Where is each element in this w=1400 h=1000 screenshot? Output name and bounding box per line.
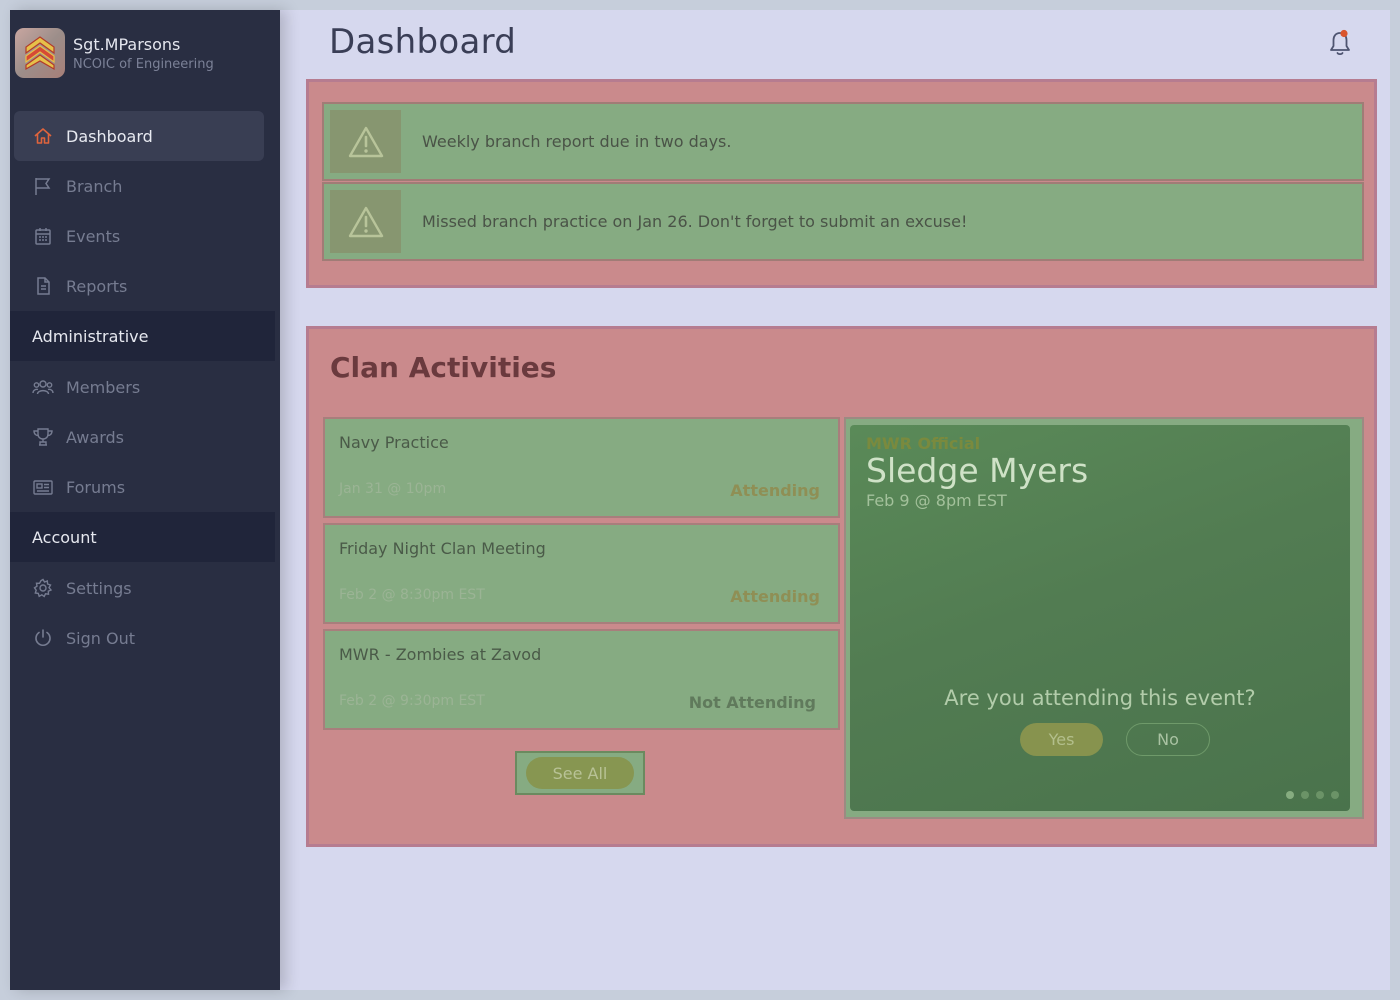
flag-icon: [32, 175, 54, 197]
document-icon: [32, 275, 54, 297]
sidebar-item-label: Dashboard: [66, 126, 153, 146]
event-card[interactable]: Friday Night Clan Meeting Feb 2 @ 8:30pm…: [323, 523, 840, 624]
user-role: NCOIC of Engineering: [73, 56, 214, 72]
carousel-dot[interactable]: [1331, 791, 1339, 799]
event-name: Navy Practice: [339, 433, 449, 452]
featured-event-card[interactable]: MWR Official Sledge Myers Feb 9 @ 8pm ES…: [850, 425, 1350, 811]
user-profile[interactable]: Sgt.MParsons NCOIC of Engineering: [15, 28, 214, 78]
sidebar-item-label: Sign Out: [66, 628, 135, 648]
trophy-icon: [32, 426, 54, 448]
sidebar-item-label: Awards: [66, 427, 124, 447]
notifications-button[interactable]: [1326, 28, 1354, 58]
alerts-panel: Weekly branch report due in two days. Mi…: [306, 79, 1377, 288]
avatar: [15, 28, 65, 78]
sidebar-item-reports[interactable]: Reports: [14, 261, 264, 311]
event-date: Jan 31 @ 10pm: [339, 481, 447, 497]
section-title: Clan Activities: [330, 351, 557, 384]
event-name: MWR - Zombies at Zavod: [339, 645, 542, 664]
featured-event-title: Sledge Myers: [866, 451, 1089, 490]
sidebar-item-label: Forums: [66, 477, 126, 497]
event-date: Feb 2 @ 8:30pm EST: [339, 587, 485, 603]
notification-dot: [1340, 29, 1348, 38]
event-card[interactable]: Navy Practice Jan 31 @ 10pm Attending: [323, 417, 840, 518]
event-status: Attending: [730, 481, 820, 500]
event-card[interactable]: MWR - Zombies at Zavod Feb 2 @ 9:30pm ES…: [323, 629, 840, 730]
bell-icon: [1330, 29, 1350, 56]
sidebar-item-label: Branch: [66, 176, 123, 196]
alert-icon-box: [330, 110, 401, 173]
gear-icon: [32, 577, 54, 599]
page-title: Dashboard: [329, 22, 517, 62]
attendance-question: Are you attending this event?: [944, 686, 1256, 710]
carousel-dot[interactable]: [1301, 791, 1309, 799]
clan-activities-panel: Clan Activities Navy Practice Jan 31 @ 1…: [306, 326, 1377, 847]
sidebar-item-dashboard[interactable]: Dashboard: [14, 111, 264, 161]
event-status: Not Attending: [688, 693, 816, 712]
home-icon: [32, 125, 54, 147]
featured-event-container: MWR Official Sledge Myers Feb 9 @ 8pm ES…: [844, 417, 1364, 819]
alert-item[interactable]: Missed branch practice on Jan 26. Don't …: [322, 182, 1364, 261]
main-content: Dashboard Weekly branch report due in tw…: [280, 10, 1390, 990]
see-all-container: See All: [515, 751, 645, 795]
sidebar-item-branch[interactable]: Branch: [14, 161, 264, 211]
alert-text: Missed branch practice on Jan 26. Don't …: [422, 212, 968, 231]
newspaper-icon: [32, 476, 54, 498]
sidebar-item-events[interactable]: Events: [14, 211, 264, 261]
sidebar-item-sign-out[interactable]: Sign Out: [14, 613, 264, 663]
alert-item[interactable]: Weekly branch report due in two days.: [322, 102, 1364, 181]
featured-event-date: Feb 9 @ 8pm EST: [866, 491, 1007, 510]
section-header-account: Account: [10, 512, 275, 562]
power-icon: [32, 627, 54, 649]
calendar-icon: [32, 225, 54, 247]
sidebar: Sgt.MParsons NCOIC of Engineering Dashbo…: [10, 10, 280, 990]
sidebar-item-label: Reports: [66, 276, 128, 296]
warning-icon: [348, 206, 383, 237]
carousel-dots: [1286, 791, 1339, 799]
carousel-dot[interactable]: [1316, 791, 1324, 799]
carousel-dot[interactable]: [1286, 791, 1294, 799]
see-all-button[interactable]: See All: [526, 757, 634, 789]
sidebar-item-label: Members: [66, 377, 141, 397]
section-header-administrative: Administrative: [10, 311, 275, 361]
attend-yes-button[interactable]: Yes: [1020, 723, 1103, 756]
warning-icon: [348, 126, 383, 157]
event-name: Friday Night Clan Meeting: [339, 539, 546, 558]
alert-text: Weekly branch report due in two days.: [422, 132, 732, 151]
sidebar-item-settings[interactable]: Settings: [14, 563, 264, 613]
sidebar-item-members[interactable]: Members: [14, 362, 264, 412]
alert-icon-box: [330, 190, 401, 253]
rank-chevron-icon: [25, 36, 55, 71]
sidebar-item-label: Settings: [66, 578, 132, 598]
user-name: Sgt.MParsons: [73, 34, 181, 54]
event-date: Feb 2 @ 9:30pm EST: [339, 693, 485, 709]
sidebar-item-awards[interactable]: Awards: [14, 412, 264, 462]
attend-no-button[interactable]: No: [1126, 723, 1210, 756]
app-root: Sgt.MParsons NCOIC of Engineering Dashbo…: [10, 10, 1390, 990]
sidebar-item-forums[interactable]: Forums: [14, 462, 264, 512]
users-icon: [32, 376, 54, 398]
sidebar-item-label: Events: [66, 226, 121, 246]
event-status: Attending: [730, 587, 820, 606]
